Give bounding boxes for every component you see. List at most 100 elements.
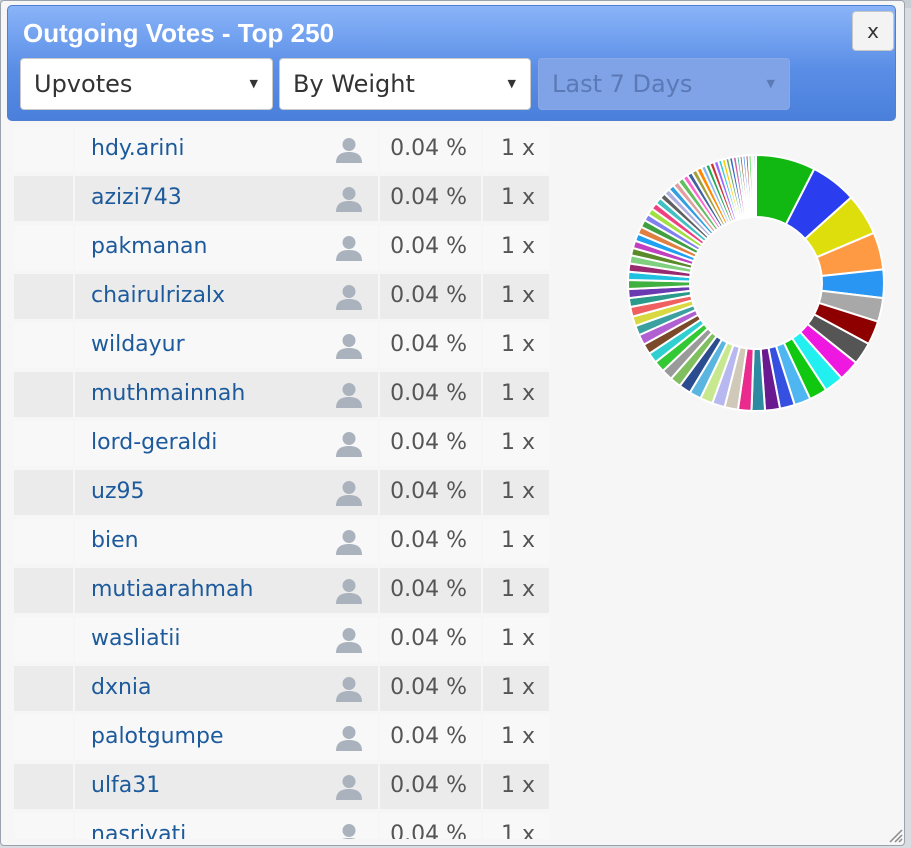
dialog-title: Outgoing Votes - Top 250 (23, 18, 335, 48)
user-silhouette-icon[interactable] (335, 332, 363, 360)
period-select[interactable]: Last 7 Days ▼ (538, 58, 790, 110)
percent-cell: 0.04 % (380, 176, 481, 221)
resize-grip-icon[interactable] (887, 827, 903, 843)
vote-count: 1 x (501, 332, 536, 357)
percent-cell: 0.04 % (380, 617, 481, 662)
sort-select[interactable]: By Weight ▼ (279, 58, 531, 110)
name-cell: chairulrizalx (75, 274, 378, 319)
user-silhouette-icon[interactable] (335, 724, 363, 752)
vote-percent: 0.04 % (390, 773, 467, 798)
count-cell: 1 x (483, 225, 549, 270)
vote-percent: 0.04 % (390, 626, 467, 651)
percent-cell: 0.04 % (380, 323, 481, 368)
rank-cell (14, 274, 73, 319)
rank-cell (14, 372, 73, 417)
voter-name-link[interactable]: palotgumpe (91, 724, 223, 749)
table-row: wildayur 0.04 % 1 x (14, 321, 549, 370)
voter-name-link[interactable]: nasriyati (91, 822, 186, 839)
user-silhouette-icon[interactable] (335, 773, 363, 801)
voter-name-link[interactable]: uz95 (91, 479, 145, 504)
weight-donut-chart (627, 153, 885, 412)
voter-name-link[interactable]: muthmainnah (91, 381, 245, 406)
user-silhouette-icon[interactable] (335, 430, 363, 458)
table-row: azizi743 0.04 % 1 x (14, 174, 549, 223)
user-silhouette-icon[interactable] (335, 626, 363, 654)
voter-name-link[interactable]: lord-geraldi (91, 430, 217, 455)
name-cell: uz95 (75, 470, 378, 515)
user-silhouette-icon[interactable] (335, 234, 363, 262)
table-row: pakmanan 0.04 % 1 x (14, 223, 549, 272)
percent-cell: 0.04 % (380, 274, 481, 319)
rank-cell (14, 617, 73, 662)
table-row: hdy.arini 0.04 % 1 x (14, 125, 549, 174)
vote-percent: 0.04 % (390, 577, 467, 602)
voter-name-link[interactable]: mutiaarahmah (91, 577, 253, 602)
count-cell: 1 x (483, 421, 549, 466)
vote-percent: 0.04 % (390, 234, 467, 259)
percent-cell: 0.04 % (380, 519, 481, 564)
percent-cell: 0.04 % (380, 813, 481, 839)
name-cell: dxnia (75, 666, 378, 711)
vote-percent: 0.04 % (390, 528, 467, 553)
voter-name-link[interactable]: wildayur (91, 332, 185, 357)
vote-percent: 0.04 % (390, 381, 467, 406)
percent-cell: 0.04 % (380, 666, 481, 711)
user-silhouette-icon[interactable] (335, 136, 363, 164)
user-silhouette-icon[interactable] (335, 822, 363, 839)
name-cell: wasliatii (75, 617, 378, 662)
name-cell: bien (75, 519, 378, 564)
user-silhouette-icon[interactable] (335, 479, 363, 507)
vote-count: 1 x (501, 528, 536, 553)
table-row: uz95 0.04 % 1 x (14, 468, 549, 517)
voter-name-link[interactable]: bien (91, 528, 139, 553)
rank-cell (14, 666, 73, 711)
count-cell: 1 x (483, 176, 549, 221)
count-cell: 1 x (483, 519, 549, 564)
vote-percent: 0.04 % (390, 283, 467, 308)
period-value: Last 7 Days (552, 70, 693, 98)
count-cell: 1 x (483, 764, 549, 809)
user-silhouette-icon[interactable] (335, 185, 363, 213)
vote-count: 1 x (501, 626, 536, 651)
voter-name-link[interactable]: dxnia (91, 675, 152, 700)
table-row: chairulrizalx 0.04 % 1 x (14, 272, 549, 321)
rank-cell (14, 470, 73, 515)
voter-name-link[interactable]: azizi743 (91, 185, 182, 210)
vote-type-value: Upvotes (34, 70, 133, 98)
percent-cell: 0.04 % (380, 568, 481, 613)
vote-count: 1 x (501, 773, 536, 798)
voter-name-link[interactable]: wasliatii (91, 626, 181, 651)
table-row: mutiaarahmah 0.04 % 1 x (14, 566, 549, 615)
vote-percent: 0.04 % (390, 430, 467, 455)
table-row: bien 0.04 % 1 x (14, 517, 549, 566)
dialog-header: Outgoing Votes - Top 250 x Upvotes ▼ By … (7, 5, 896, 121)
vote-count: 1 x (501, 234, 536, 259)
percent-cell: 0.04 % (380, 470, 481, 515)
user-silhouette-icon[interactable] (335, 675, 363, 703)
vote-percent: 0.04 % (390, 185, 467, 210)
rank-cell (14, 764, 73, 809)
vote-count: 1 x (501, 822, 536, 839)
table-row: wasliatii 0.04 % 1 x (14, 615, 549, 664)
close-button[interactable]: x (852, 11, 894, 51)
user-silhouette-icon[interactable] (335, 283, 363, 311)
voter-name-link[interactable]: ulfa31 (91, 773, 160, 798)
voter-name-link[interactable]: chairulrizalx (91, 283, 225, 308)
donut-slice[interactable] (752, 153, 757, 219)
rank-cell (14, 813, 73, 839)
vote-type-select[interactable]: Upvotes ▼ (20, 58, 273, 110)
table-row: lord-geraldi 0.04 % 1 x (14, 419, 549, 468)
user-silhouette-icon[interactable] (335, 577, 363, 605)
table-row: nasriyati 0.04 % 1 x (14, 811, 549, 839)
vote-count: 1 x (501, 283, 536, 308)
voter-list[interactable]: hdy.arini 0.04 % 1 x azizi743 0.04 % 1 x (14, 125, 549, 839)
name-cell: azizi743 (75, 176, 378, 221)
voter-name-link[interactable]: pakmanan (91, 234, 207, 259)
count-cell: 1 x (483, 617, 549, 662)
voter-name-link[interactable]: hdy.arini (91, 136, 184, 161)
user-silhouette-icon[interactable] (335, 381, 363, 409)
name-cell: palotgumpe (75, 715, 378, 760)
count-cell: 1 x (483, 127, 549, 172)
percent-cell: 0.04 % (380, 372, 481, 417)
user-silhouette-icon[interactable] (335, 528, 363, 556)
